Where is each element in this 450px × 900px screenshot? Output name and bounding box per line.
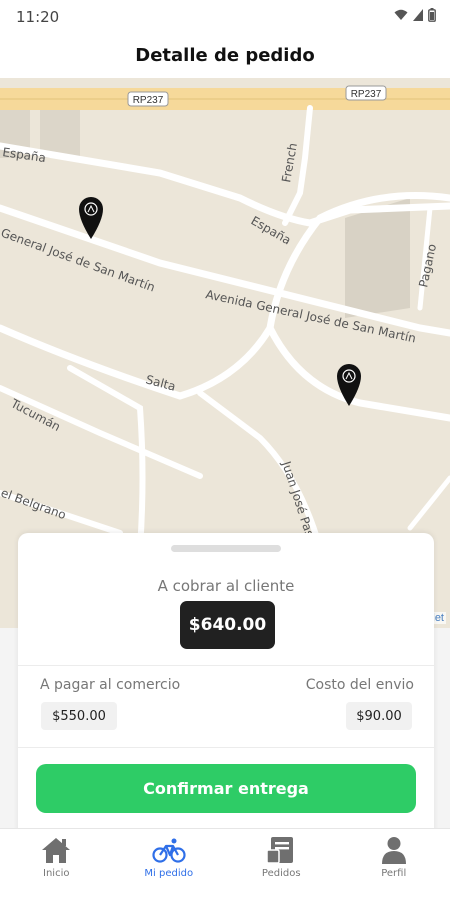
street-label: French	[279, 142, 300, 184]
shipping-cost-label: Costo del envio	[305, 677, 414, 693]
system-nav-area	[0, 884, 450, 900]
road-shield: RP237	[345, 85, 387, 101]
bicycle-icon	[152, 835, 186, 865]
home-icon	[39, 835, 73, 865]
nav-label: Mi pedido	[144, 868, 194, 879]
collect-label: A cobrar al cliente	[157, 577, 295, 595]
nav-label: Perfil	[381, 868, 407, 879]
person-icon	[377, 835, 411, 865]
confirm-delivery-button[interactable]: Confirmar entrega	[36, 764, 416, 813]
status-bar: 11:20	[0, 0, 450, 32]
app-header: Detalle de pedido	[0, 32, 450, 78]
svg-text:RP237: RP237	[133, 95, 164, 106]
svg-text:RP237: RP237	[351, 89, 382, 100]
pay-to-merchant-amount: $550.00	[41, 702, 117, 730]
nav-label: Inicio	[43, 868, 70, 879]
shipping-cost-amount: $90.00	[346, 702, 412, 730]
battery-icon	[428, 8, 436, 22]
nav-item-perfil[interactable]: Perfil	[338, 829, 450, 884]
status-icons	[394, 8, 436, 22]
road-shield: RP237	[127, 91, 169, 107]
street-label: Juan José Pas	[279, 459, 317, 539]
bottom-nav: Inicio Mi pedido Pedidos Perfil	[0, 828, 450, 884]
drag-handle[interactable]	[171, 545, 281, 552]
signal-icon	[413, 9, 423, 21]
street-label: el Belgrano	[0, 486, 68, 523]
nav-item-inicio[interactable]: Inicio	[0, 829, 113, 884]
page-title: Detalle de pedido	[135, 44, 315, 66]
divider	[18, 747, 434, 748]
collect-amount: $640.00	[180, 601, 275, 649]
map-building	[345, 198, 410, 318]
order-summary-sheet: A cobrar al cliente $640.00 A pagar al c…	[18, 533, 434, 833]
status-time: 11:20	[16, 8, 60, 26]
nav-item-mi-pedido[interactable]: Mi pedido	[113, 829, 226, 884]
divider	[18, 665, 434, 666]
nav-label: Pedidos	[261, 868, 301, 879]
street-label: Pagano	[416, 243, 439, 289]
nav-item-pedidos[interactable]: Pedidos	[225, 829, 338, 884]
pay-to-merchant-label: A pagar al comercio	[40, 677, 181, 693]
wifi-icon	[394, 9, 408, 20]
orders-icon	[264, 835, 298, 865]
